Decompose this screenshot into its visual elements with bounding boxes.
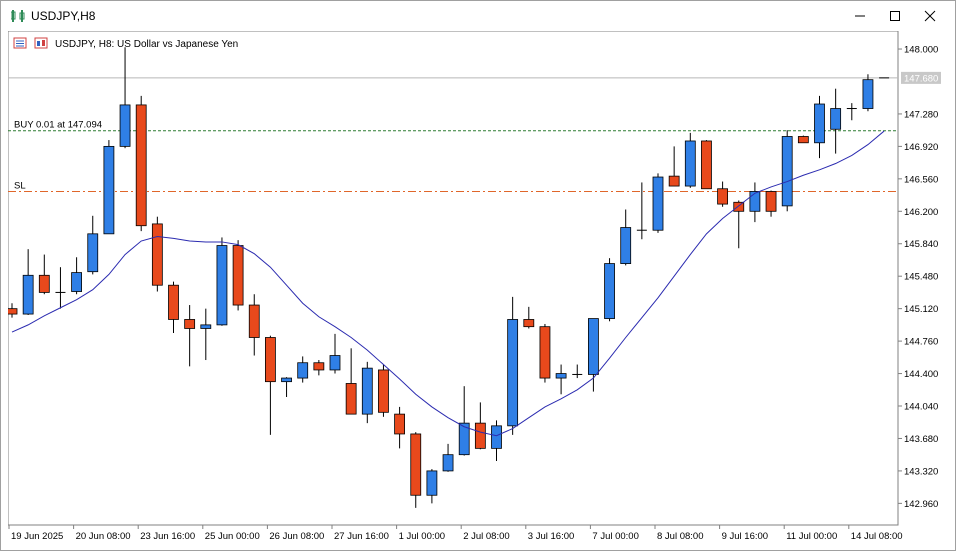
maximize-icon	[890, 11, 900, 21]
candle-body	[410, 433, 422, 496]
candle-body	[426, 470, 438, 496]
close-button[interactable]	[915, 5, 945, 27]
y-tick-label: 146.560	[904, 174, 938, 185]
x-tick-label: 23 Jun 16:00	[140, 531, 195, 542]
candle-body	[588, 318, 599, 375]
candle-body	[814, 103, 825, 144]
candle-body	[781, 136, 793, 207]
candle-body	[652, 176, 664, 231]
candle-body	[281, 377, 292, 383]
candle-body	[313, 362, 325, 371]
candle-body	[797, 136, 809, 144]
candle-body	[717, 188, 728, 205]
candle-body	[103, 145, 115, 235]
price-axis[interactable]: 148.000 147.280 146.920 146.560 146.200 145.8…	[898, 45, 941, 510]
candle-body	[491, 425, 502, 449]
candle-body	[135, 104, 147, 227]
candle-body	[620, 227, 632, 264]
x-tick-label: 27 Jun 16:00	[334, 531, 389, 542]
candle-body	[555, 373, 567, 379]
candle-body	[668, 175, 680, 187]
candle-body	[184, 319, 196, 329]
price-chart[interactable]: USDJPY, H8: US Dollar vs Japanese Yen 14…	[6, 30, 949, 545]
candle-body	[604, 263, 615, 319]
x-tick-label: 2 Jul 08:00	[463, 531, 509, 542]
y-tick-label: 145.840	[904, 239, 938, 250]
trade-list-icon[interactable]	[13, 37, 27, 49]
close-icon	[924, 10, 936, 22]
y-tick-label: 147.280	[904, 109, 938, 120]
candle-body	[264, 337, 276, 383]
candle-body	[378, 369, 389, 413]
x-tick-label: 1 Jul 00:00	[399, 531, 445, 542]
candle-body	[684, 140, 696, 187]
chart-area[interactable]: USDJPY, H8: US Dollar vs Japanese Yen 14…	[6, 30, 949, 545]
buy-order-label: BUY 0.01 at 147.094	[14, 120, 102, 131]
candle-body	[539, 326, 551, 379]
candle-body	[216, 245, 228, 326]
candle-body	[361, 367, 373, 415]
candle-body	[765, 191, 777, 212]
candle-body	[38, 274, 50, 293]
candle-body	[830, 108, 842, 130]
x-tick-label: 19 Jun 2025	[11, 531, 63, 542]
current-price-label: 147.680	[904, 73, 938, 84]
candle-body	[523, 319, 535, 328]
candle-body	[329, 355, 341, 371]
stop-loss-label: SL	[14, 180, 26, 191]
y-tick-label: 143.320	[904, 466, 938, 477]
x-tick-label: 7 Jul 00:00	[592, 531, 638, 542]
x-tick-label: 25 Jun 00:00	[205, 531, 260, 542]
title-bar[interactable]: USDJPY,H8	[1, 1, 955, 31]
candle-body	[297, 362, 309, 379]
y-tick-label: 145.120	[904, 304, 938, 315]
candle-body	[474, 422, 486, 449]
x-tick-label: 3 Jul 16:00	[528, 531, 574, 542]
candle-body	[232, 245, 244, 306]
candle-body	[200, 324, 212, 329]
x-tick-label: 14 Jul 08:00	[851, 531, 903, 542]
candle-body	[6, 308, 18, 315]
app-window: USDJPY,H8 USDJPY, H8: US Dollar vs Japan…	[0, 0, 956, 551]
candle-body	[71, 272, 82, 292]
y-tick-label: 142.960	[904, 499, 938, 510]
candle-body	[862, 79, 874, 109]
y-tick-label: 146.920	[904, 142, 938, 153]
candle-body	[507, 319, 519, 427]
y-tick-label: 144.760	[904, 337, 938, 348]
x-tick-label: 8 Jul 08:00	[657, 531, 703, 542]
time-axis[interactable]: 19 Jun 2025 20 Jun 08:00 23 Jun 16:00 25 Ju…	[8, 525, 903, 542]
candle-body	[749, 191, 761, 212]
candle-body	[119, 104, 131, 147]
candle-body	[168, 284, 179, 320]
y-tick-label: 144.400	[904, 369, 938, 380]
x-tick-label: 26 Jun 08:00	[269, 531, 324, 542]
window-title: USDJPY,H8	[31, 9, 96, 23]
y-tick-label: 143.680	[904, 434, 938, 445]
x-tick-label: 9 Jul 16:00	[722, 531, 768, 542]
candle-body	[22, 274, 34, 315]
y-tick-label: 148.000	[904, 45, 938, 56]
chart-symbol-header: USDJPY, H8: US Dollar vs Japanese Yen	[55, 39, 238, 50]
minimize-button[interactable]	[845, 5, 875, 27]
x-tick-label: 11 Jul 00:00	[786, 531, 837, 542]
candle-body	[442, 454, 454, 472]
chart-properties-icon[interactable]	[34, 37, 48, 49]
candle-body	[151, 223, 163, 286]
candle-body	[394, 413, 406, 435]
y-tick-label: 145.480	[904, 272, 938, 283]
x-tick-label: 20 Jun 08:00	[76, 531, 131, 542]
candlestick-chart-icon	[11, 10, 25, 22]
maximize-button[interactable]	[880, 5, 910, 27]
candle-body	[87, 233, 99, 273]
candle-body	[701, 140, 712, 190]
minimize-icon	[855, 15, 865, 17]
candle-body	[345, 383, 357, 415]
y-tick-label: 146.200	[904, 207, 938, 218]
y-tick-label: 144.040	[904, 402, 938, 413]
candle-body	[248, 304, 260, 338]
